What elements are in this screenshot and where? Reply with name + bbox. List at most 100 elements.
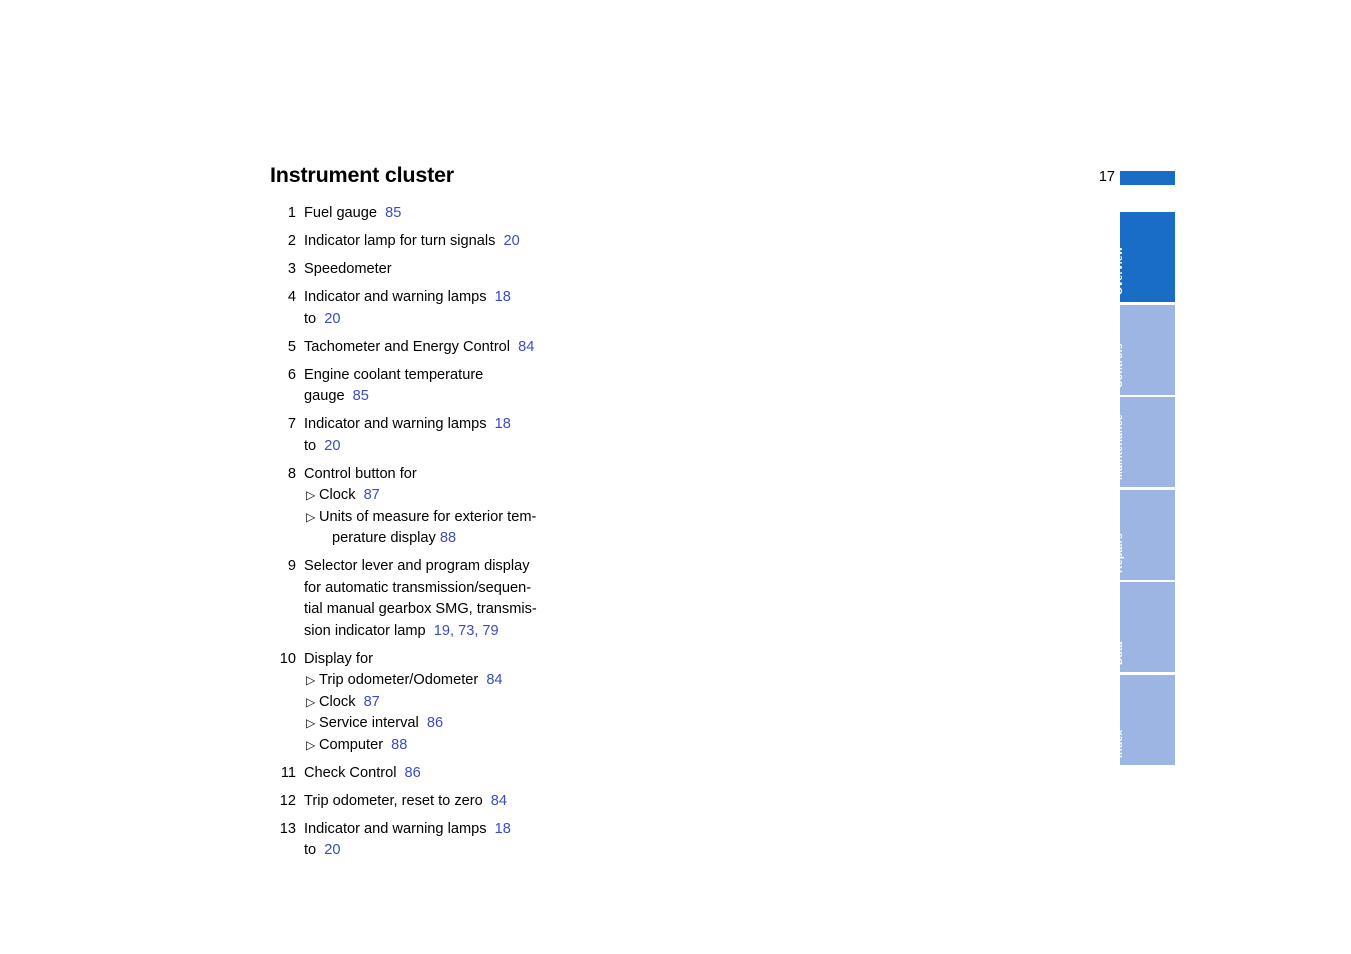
page-reference-link[interactable]: 84 (491, 793, 507, 809)
legend-entry-row: 5 Tachometer and Energy Control 84 (270, 337, 570, 359)
page-reference-link[interactable]: 84 (486, 672, 502, 688)
legend-sub-line: Trip odometer/Odometer 84 (319, 670, 503, 692)
page-reference-link[interactable]: 20 (504, 233, 520, 249)
legend-entry-line: sion indicator lamp 19, 73, 79 (304, 621, 537, 643)
legend-sub-text: Computer (319, 736, 384, 753)
legend-entry-body: Fuel gauge 85 (296, 203, 401, 225)
section-tab-label: Index (1113, 729, 1125, 758)
section-tab-data[interactable]: Data (1113, 582, 1175, 672)
legend-entry-body: Indicator and warning lamps 18 to 20 (296, 287, 511, 330)
page-reference-link[interactable]: 85 (353, 388, 369, 404)
legend-entry-line: to 20 (304, 840, 511, 862)
legend-entry-line: Indicator and warning lamps 18 (304, 287, 511, 309)
legend-sub-item: ▷ Computer 88 (306, 735, 503, 757)
legend-entry-row: 1 Fuel gauge 85 (270, 203, 570, 225)
legend-entry-row: 7 Indicator and warning lamps 18 to 20 (270, 414, 570, 457)
legend-entry-number: 8 (287, 465, 296, 482)
section-tab-label: Overview (1113, 246, 1125, 295)
legend-entry-line: Fuel gauge 85 (304, 203, 401, 225)
page-reference-link[interactable]: 84 (518, 339, 534, 355)
legend-entry-text: for automatic transmission/sequen- (304, 579, 532, 596)
legend-entry-number: 5 (287, 338, 296, 355)
legend-sub-body: Units of measure for exterior tem-peratu… (319, 507, 536, 550)
legend-sub-text: Units of measure for exterior tem- (319, 508, 537, 525)
triangle-bullet-icon: ▷ (306, 488, 316, 502)
legend-sub-item: ▷ Trip odometer/Odometer 84 (306, 670, 503, 692)
legend-sub-line: Service interval 86 (319, 713, 443, 735)
legend-entry-text: Control button for (304, 465, 417, 482)
legend-entry-line: Selector lever and program display (304, 556, 537, 578)
page-reference-link[interactable]: 20 (324, 842, 340, 858)
legend-entry-line: to 20 (304, 309, 511, 331)
legend-entry-line: Indicator and warning lamps 18 (304, 414, 511, 436)
page-reference-link[interactable]: 85 (385, 205, 401, 221)
triangle-bullet-icon: ▷ (306, 737, 316, 752)
legend-entry-text: Speedometer (304, 261, 392, 277)
legend-entry-row: 3 Speedometer (270, 259, 570, 281)
section-tab-label: Repairs (1113, 532, 1125, 573)
legend-sub-body: Clock 87 (319, 692, 380, 714)
legend-entry-text: to (304, 310, 317, 327)
legend-entry-number: 2 (287, 233, 296, 249)
legend-entry-body: Control button for ▷ Clock 87 ▷ Units of mea… (296, 464, 536, 550)
legend-entry: 12 Trip odometer, reset to zero 84 (270, 791, 570, 813)
legend-entry-text: sion indicator lamp (304, 622, 426, 639)
legend-entry-text: to (304, 437, 317, 454)
page-reference-link[interactable]: 87 (364, 694, 380, 710)
legend-entry-row: 9 Selector lever and program display for a… (270, 556, 570, 642)
legend-entry-number: 3 (287, 261, 296, 277)
legend-entry-number: 7 (287, 416, 296, 432)
legend-sub-body: Trip odometer/Odometer 84 (319, 670, 503, 692)
legend-entry-row: 2 Indicator lamp for turn signals 20 (270, 231, 570, 253)
legend-entry-row: 8 Control button for ▷ Clock 87 ▷ Units of me… (270, 464, 570, 550)
section-tab-repairs[interactable]: Repairs (1113, 489, 1175, 580)
legend-sub-body: Clock 87 (319, 485, 380, 507)
section-tab-maintenance[interactable]: Maintenance (1113, 397, 1175, 487)
legend-entry-text: Check Control (304, 764, 397, 781)
legend-entry-number: 13 (279, 820, 296, 837)
page-title: Instrument cluster (270, 163, 454, 187)
legend-sub-list: ▷ Clock 87 ▷ Units of measure for exterior … (304, 485, 536, 550)
legend-entry: 5 Tachometer and Energy Control 84 (270, 337, 570, 359)
page-reference-link[interactable]: 86 (405, 765, 421, 781)
legend-entry-text: Display for (304, 650, 373, 667)
triangle-bullet-icon: ▷ (306, 673, 316, 687)
legend-entry: 13 Indicator and warning lamps 18 to 20 (270, 819, 570, 862)
page-reference-link[interactable]: 86 (427, 715, 443, 731)
legend-entry-body: Indicator lamp for turn signals 20 (296, 231, 520, 253)
page-reference-link[interactable]: 20 (324, 438, 340, 454)
section-tab-label: Controls (1113, 342, 1125, 388)
legend-entry-line: Control button for (304, 464, 536, 486)
legend-sub-text: Trip odometer/Odometer (319, 672, 479, 688)
legend-entry-body: Engine coolant temperature gauge 85 (296, 365, 483, 408)
legend-entry: 11 Check Control 86 (270, 763, 570, 785)
page-reference-link[interactable]: 87 (364, 487, 380, 503)
page-reference-link[interactable]: 88 (440, 530, 456, 546)
instrument-cluster-legend-list: 1 Fuel gauge 85 2 Indicator lamp for turn s… (270, 203, 570, 868)
section-tab-rail: Overview Controls Maintenance Repairs Data In… (1113, 212, 1175, 767)
page-reference-link[interactable]: 18 (495, 416, 511, 432)
triangle-bullet-icon: ▷ (306, 694, 316, 709)
section-tab-index[interactable]: Index (1113, 674, 1175, 765)
section-tab-overview[interactable]: Overview (1113, 212, 1175, 302)
page-reference-link[interactable]: 18 (495, 289, 511, 305)
page-reference-link[interactable]: 18 (495, 821, 511, 837)
page-reference-link[interactable]: 19, 73, 79 (434, 623, 499, 639)
legend-sub-text: perature display (332, 530, 436, 546)
page-reference-link[interactable]: 88 (391, 737, 407, 753)
legend-entry-row: 6 Engine coolant temperature gauge 85 (270, 365, 570, 408)
legend-entry-number: 9 (287, 558, 296, 574)
legend-entry-text: Trip odometer, reset to zero (304, 792, 483, 809)
legend-entry-body: Selector lever and program display for au… (296, 556, 537, 642)
legend-entry-line: Tachometer and Energy Control 84 (304, 337, 534, 359)
header-accent-bar (1120, 171, 1175, 185)
legend-entry-body: Tachometer and Energy Control 84 (296, 337, 534, 359)
legend-entry-text: Selector lever and program display (304, 558, 530, 574)
page-number: 17 (1098, 169, 1115, 185)
manual-page: Instrument cluster 17 1 Fuel gauge 85 2 Ind… (0, 0, 1351, 954)
page-reference-link[interactable]: 20 (324, 311, 340, 327)
legend-entry: 6 Engine coolant temperature gauge 85 (270, 365, 570, 408)
section-tab-controls[interactable]: Controls (1113, 304, 1175, 395)
legend-entry-body: Speedometer (296, 259, 392, 281)
legend-sub-list: ▷ Trip odometer/Odometer 84 ▷ Clock 87 ▷ Serv… (304, 670, 503, 756)
